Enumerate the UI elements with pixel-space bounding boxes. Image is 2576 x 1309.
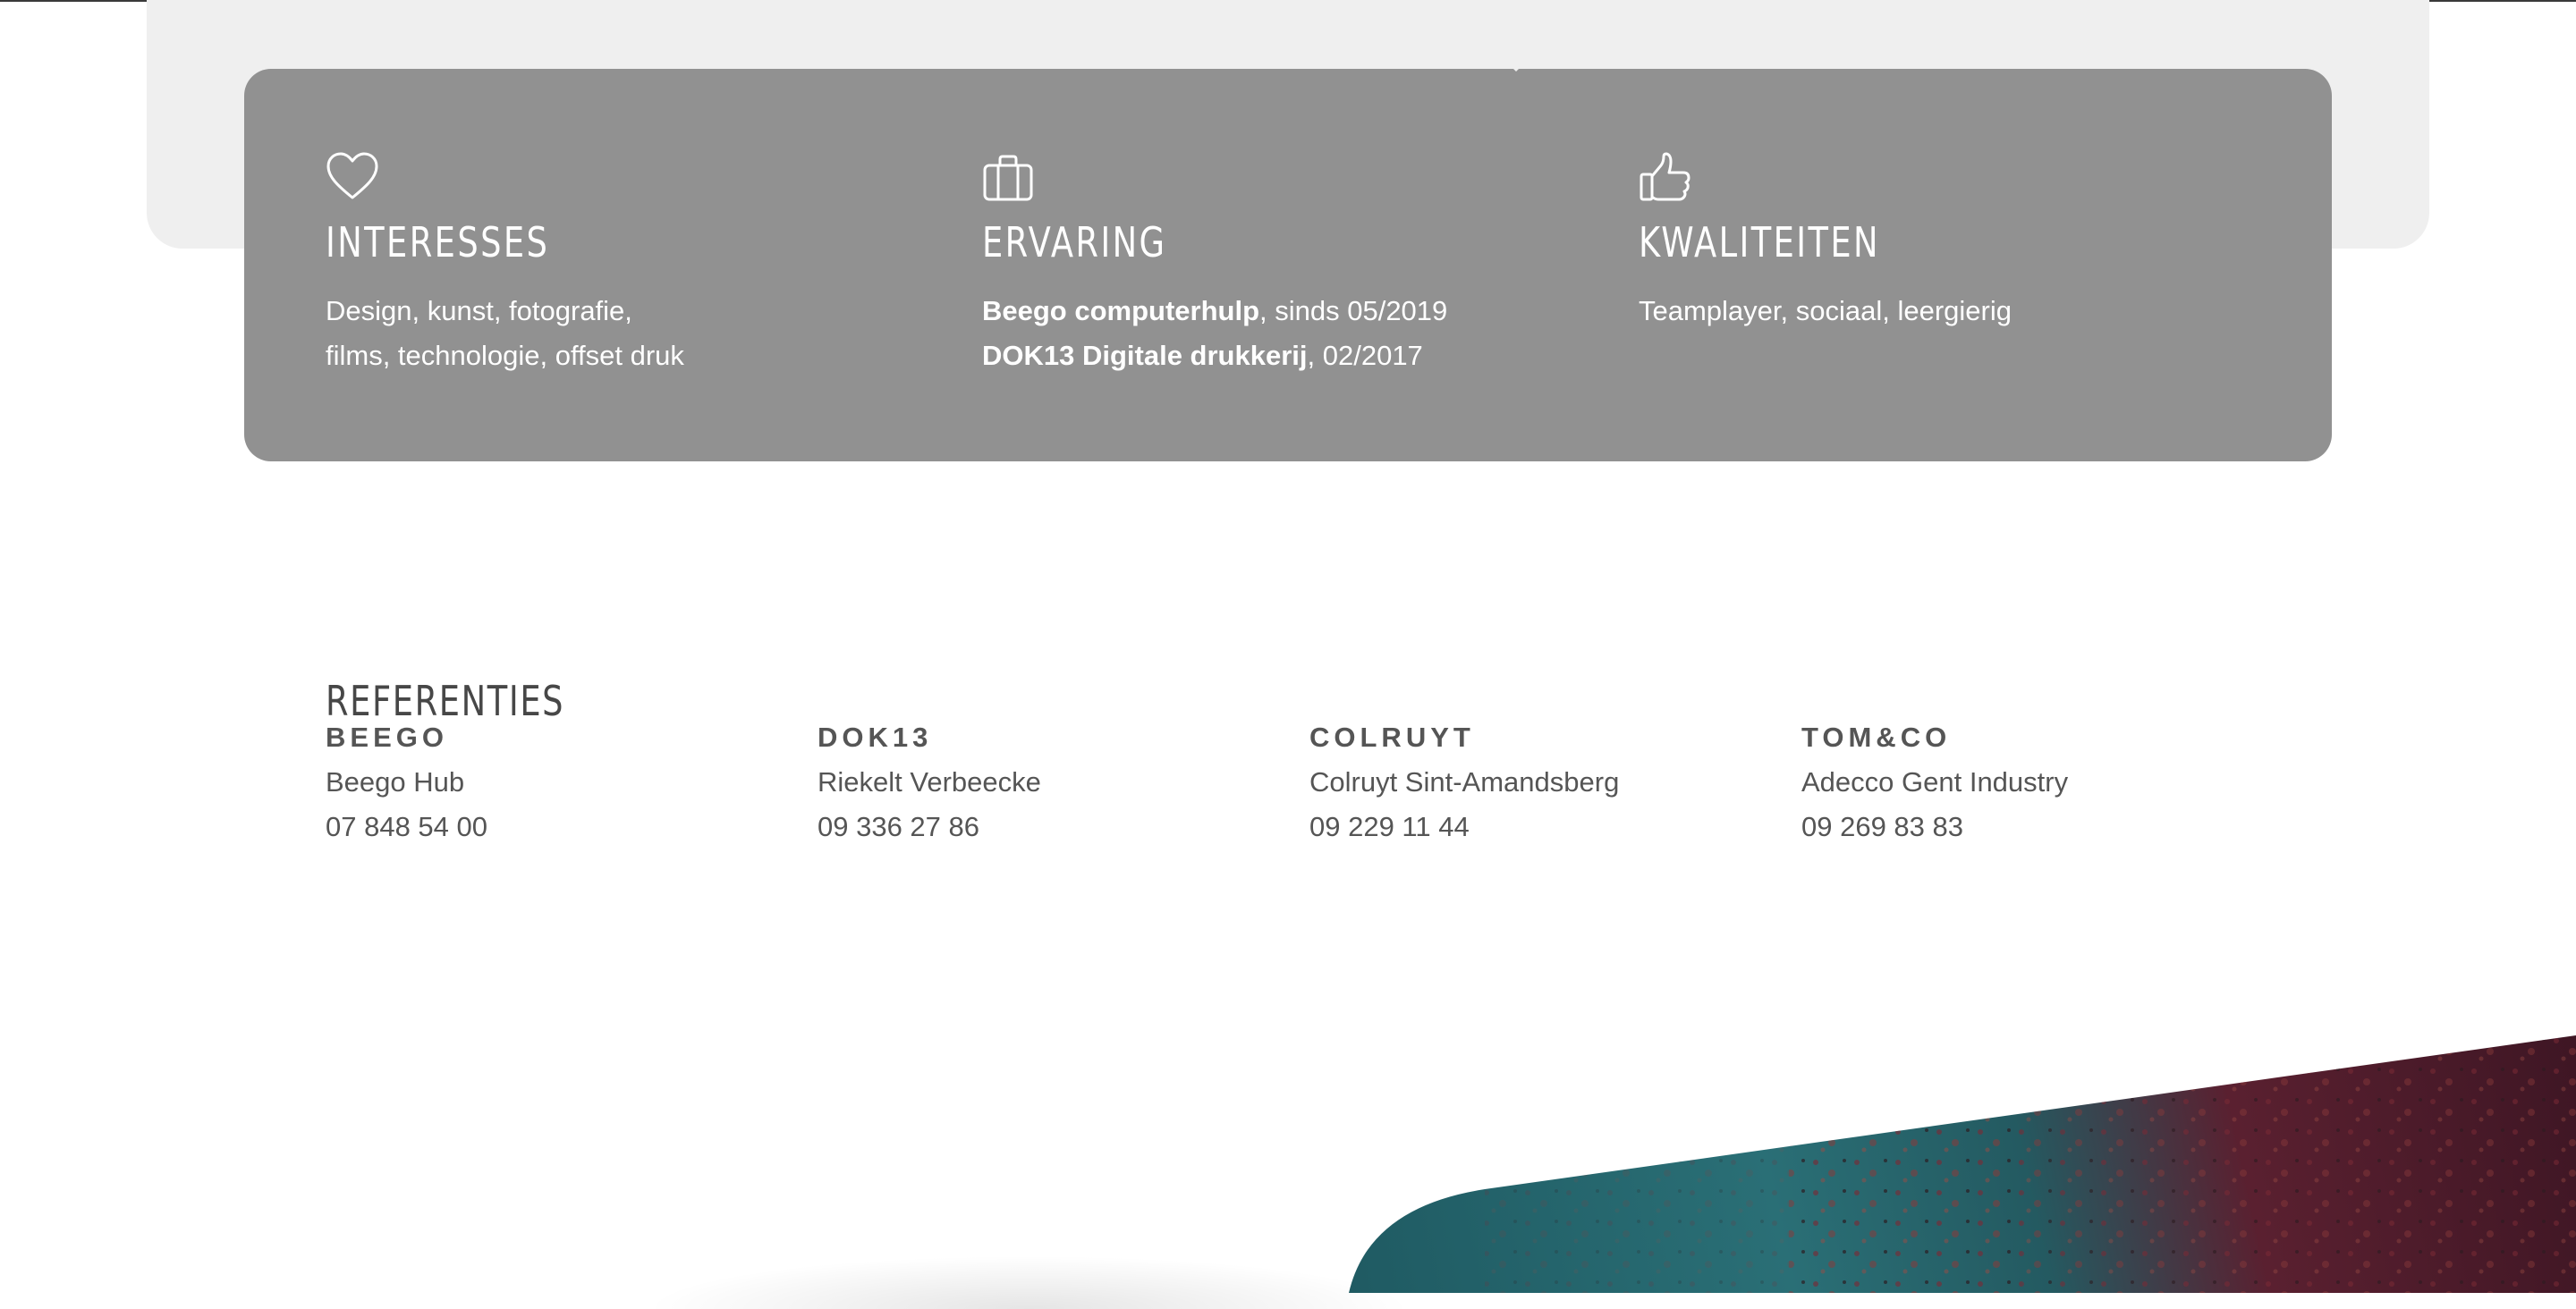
decorative-photo-banner [1349, 1035, 2576, 1293]
